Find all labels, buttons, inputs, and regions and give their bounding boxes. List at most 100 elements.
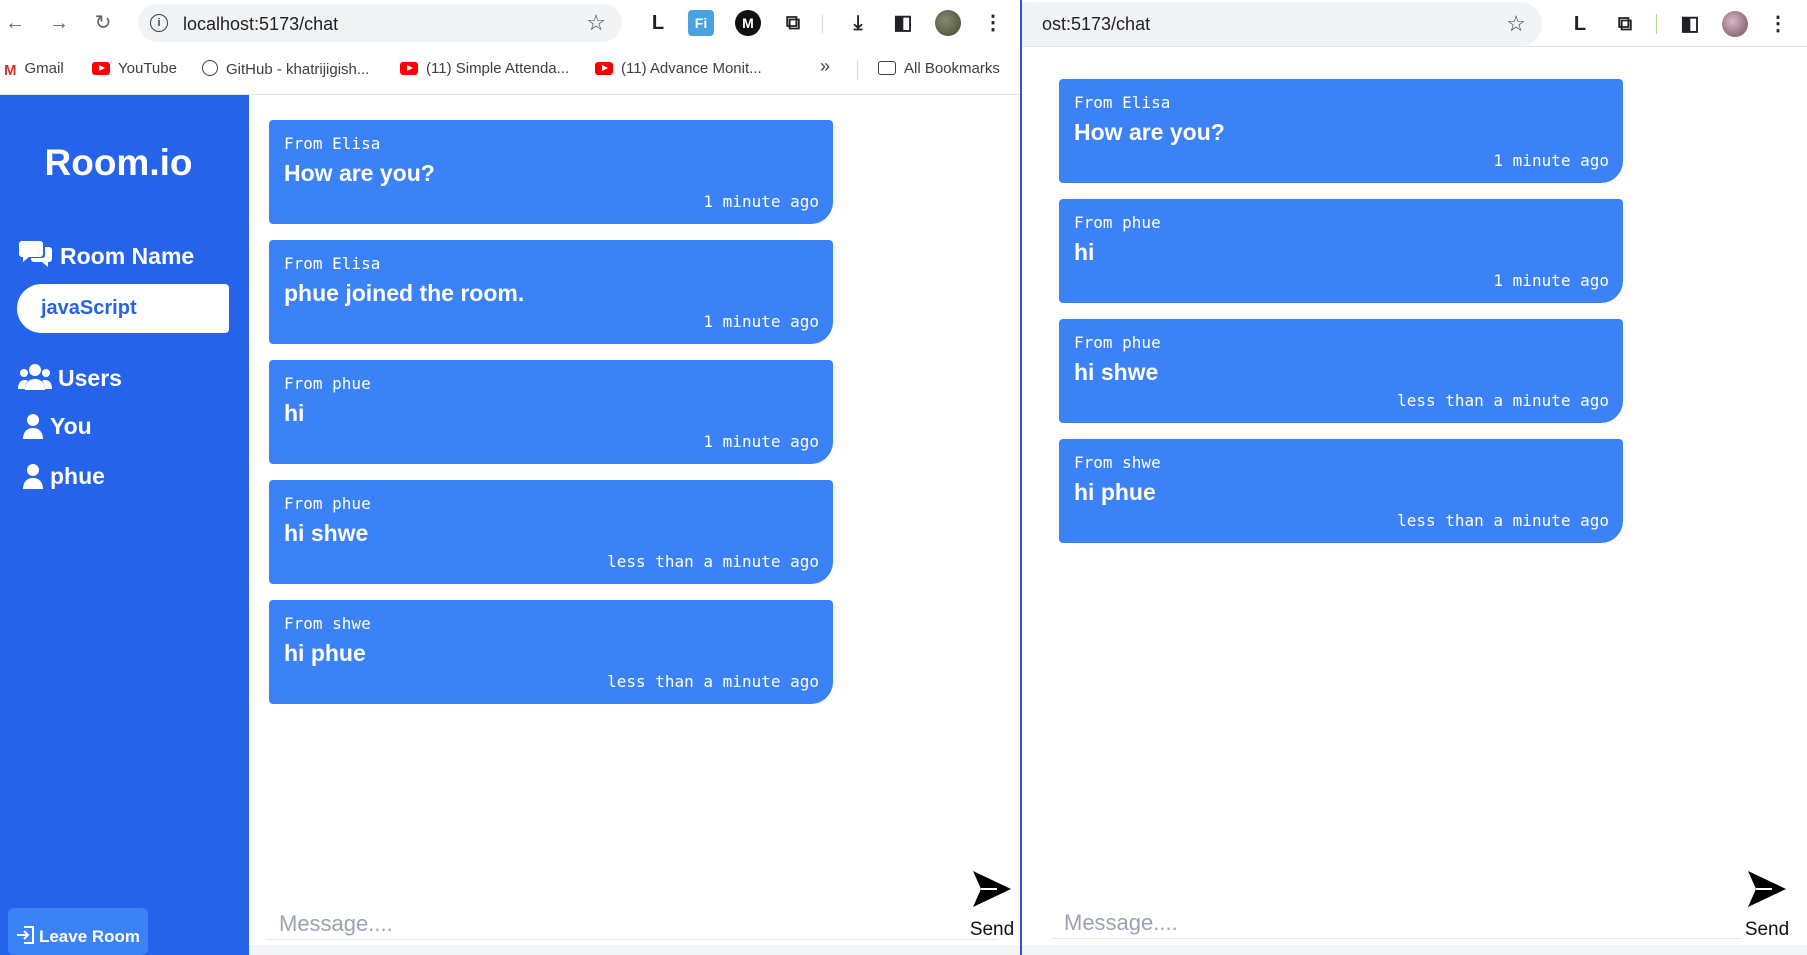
message-bubble: From shwe hi phue less than a minute ago bbox=[269, 600, 833, 704]
youtube-icon bbox=[595, 62, 613, 75]
send-button[interactable]: Send bbox=[1740, 869, 1794, 945]
message-sender: From shwe bbox=[1074, 453, 1161, 472]
message-bubble: From Elisa How are you? 1 minute ago bbox=[269, 120, 833, 224]
message-sender: From phue bbox=[284, 494, 371, 513]
user-icon bbox=[23, 414, 43, 439]
toolbar-divider bbox=[822, 14, 823, 34]
extension-l-icon[interactable]: L bbox=[645, 10, 671, 36]
url-text: localhost:5173/chat bbox=[183, 14, 339, 34]
sidebar: Room.io Room Name javaScript Users You p… bbox=[0, 95, 249, 955]
send-label: Send bbox=[1744, 919, 1790, 940]
message-bubble: From Elisa How are you? 1 minute ago bbox=[1059, 79, 1623, 183]
profile-avatar-icon[interactable] bbox=[935, 10, 961, 36]
download-icon[interactable]: ⤓ bbox=[845, 10, 871, 36]
profile-avatar-icon[interactable] bbox=[1722, 11, 1748, 37]
message-text: phue joined the room. bbox=[284, 280, 525, 306]
message-sender: From Elisa bbox=[284, 254, 381, 273]
message-sender: From phue bbox=[1074, 333, 1161, 352]
side-panel-icon[interactable]: ◧ bbox=[1677, 11, 1703, 37]
message-bubble: From phue hi shwe less than a minute ago bbox=[269, 480, 833, 584]
message-sender: From phue bbox=[1074, 213, 1161, 232]
youtube-icon bbox=[92, 62, 110, 75]
bookmark-star-icon[interactable]: ☆ bbox=[586, 10, 606, 36]
message-time: 1 minute ago bbox=[1493, 151, 1609, 170]
bookmark-advance-monit[interactable]: (11) Advance Monit... bbox=[595, 60, 762, 77]
message-time: less than a minute ago bbox=[607, 672, 819, 691]
bookmark-gmail[interactable]: M Gmail bbox=[4, 60, 64, 79]
message-time: 1 minute ago bbox=[1493, 271, 1609, 290]
bookmarks-divider bbox=[857, 60, 858, 80]
message-time: less than a minute ago bbox=[607, 552, 819, 571]
github-icon bbox=[202, 60, 218, 76]
message-text: hi bbox=[1074, 239, 1095, 265]
extensions-puzzle-icon[interactable]: ⧉ bbox=[1612, 11, 1638, 37]
extension-fi-icon[interactable]: Fi bbox=[688, 10, 714, 36]
right-browser-window: ost:5173/chat ☆ L ⧉ ◧ ⋮ From Elisa How a… bbox=[1020, 0, 1807, 955]
forward-icon[interactable]: → bbox=[46, 10, 72, 36]
send-label: Send bbox=[969, 919, 1015, 940]
message-bubble: From phue hi 1 minute ago bbox=[1059, 199, 1623, 303]
message-time: less than a minute ago bbox=[1397, 511, 1609, 530]
address-bar[interactable]: ost:5173/chat ☆ bbox=[1022, 2, 1542, 46]
menu-kebab-icon[interactable]: ⋮ bbox=[980, 10, 1006, 36]
message-sender: From shwe bbox=[284, 614, 371, 633]
chat-area: From Elisa How are you? 1 minute ago Fro… bbox=[249, 95, 1020, 955]
side-panel-icon[interactable]: ◧ bbox=[890, 10, 916, 36]
bookmark-youtube[interactable]: YouTube bbox=[92, 60, 177, 77]
message-bubble: From phue hi shwe less than a minute ago bbox=[1059, 319, 1623, 423]
message-placeholder: Message.... bbox=[279, 911, 393, 936]
message-time: less than a minute ago bbox=[1397, 391, 1609, 410]
leave-room-button[interactable]: Leave Room bbox=[8, 908, 148, 955]
browser-toolbar: ost:5173/chat ☆ L ⧉ ◧ ⋮ bbox=[1022, 0, 1807, 47]
left-browser-window: ← → ↻ i localhost:5173/chat ☆ L Fi M ⧉ ⤓… bbox=[0, 0, 1020, 955]
message-text: hi shwe bbox=[284, 520, 369, 546]
message-text: hi phue bbox=[284, 640, 366, 666]
message-input[interactable]: Message.... bbox=[1052, 894, 1742, 939]
youtube-icon bbox=[400, 62, 418, 75]
url-text: ost:5173/chat bbox=[1042, 14, 1151, 34]
message-sender: From phue bbox=[284, 374, 371, 393]
message-bubble: From shwe hi phue less than a minute ago bbox=[1059, 439, 1623, 543]
site-info-icon[interactable]: i bbox=[150, 14, 168, 32]
reload-icon[interactable]: ↻ bbox=[90, 10, 116, 36]
send-arrow-icon bbox=[973, 871, 1011, 907]
extensions-puzzle-icon[interactable]: ⧉ bbox=[780, 10, 806, 36]
message-bubble: From phue hi 1 minute ago bbox=[269, 360, 833, 464]
page-bottom-strip bbox=[1022, 945, 1807, 955]
room-name-heading: Room Name bbox=[18, 239, 194, 270]
send-button[interactable]: Send bbox=[965, 869, 1019, 945]
address-bar[interactable]: i localhost:5173/chat ☆ bbox=[138, 4, 622, 42]
message-placeholder: Message.... bbox=[1064, 910, 1178, 935]
users-group-icon bbox=[18, 364, 52, 390]
send-arrow-icon bbox=[1748, 871, 1786, 907]
room-name-display: javaScript bbox=[17, 284, 229, 333]
browser-toolbar: ← → ↻ i localhost:5173/chat ☆ L Fi M ⧉ ⤓… bbox=[0, 0, 1020, 47]
message-text: hi phue bbox=[1074, 479, 1156, 505]
back-icon[interactable]: ← bbox=[2, 10, 28, 36]
message-text: How are you? bbox=[284, 160, 435, 186]
bookmark-simple-attendance[interactable]: (11) Simple Attenda... bbox=[400, 60, 569, 77]
message-time: 1 minute ago bbox=[703, 432, 819, 451]
users-heading: Users bbox=[18, 363, 122, 392]
leave-icon bbox=[16, 926, 34, 944]
message-text: hi shwe bbox=[1074, 359, 1159, 385]
message-sender: From Elisa bbox=[1074, 93, 1171, 112]
bookmark-all-bookmarks[interactable]: All Bookmarks bbox=[878, 60, 1000, 77]
toolbar-divider bbox=[1656, 14, 1657, 34]
folder-icon bbox=[878, 61, 896, 75]
bookmarks-bar: M Gmail YouTube GitHub - khatrijigish... … bbox=[0, 46, 1020, 95]
message-input[interactable]: Message.... bbox=[267, 895, 997, 940]
chat-bubbles-icon bbox=[19, 241, 52, 267]
bookmark-star-icon[interactable]: ☆ bbox=[1506, 11, 1526, 37]
message-time: 1 minute ago bbox=[703, 192, 819, 211]
message-bubble: From Elisa phue joined the room. 1 minut… bbox=[269, 240, 833, 344]
message-text: How are you? bbox=[1074, 119, 1225, 145]
menu-kebab-icon[interactable]: ⋮ bbox=[1765, 11, 1791, 37]
bookmark-github[interactable]: GitHub - khatrijigish... bbox=[202, 60, 369, 78]
bookmarks-overflow-icon[interactable]: » bbox=[820, 56, 830, 77]
user-icon bbox=[23, 464, 43, 489]
message-sender: From Elisa bbox=[284, 134, 381, 153]
extension-l-icon[interactable]: L bbox=[1567, 11, 1593, 37]
gmail-icon: M bbox=[4, 62, 17, 79]
extension-medium-icon[interactable]: M bbox=[735, 10, 761, 36]
